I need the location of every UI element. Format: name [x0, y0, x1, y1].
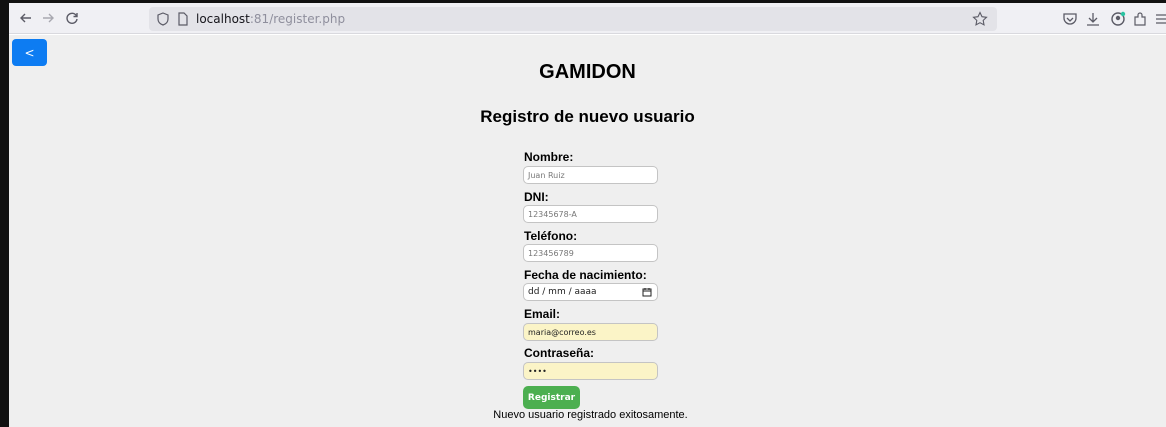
window-frame-left [0, 0, 9, 427]
back-arrow-icon[interactable] [15, 7, 37, 29]
email-input[interactable]: maria@correo.es [523, 323, 658, 341]
download-icon[interactable] [1084, 10, 1102, 28]
url-text[interactable]: localhost:81/register.php [196, 12, 345, 26]
password-input[interactable]: •••• [523, 362, 658, 380]
hamburger-menu-icon[interactable] [1153, 10, 1166, 28]
register-button[interactable]: Registrar [523, 386, 580, 409]
name-label: Nombre: [524, 150, 574, 164]
shield-icon[interactable] [155, 11, 171, 27]
url-bar[interactable]: localhost:81/register.php [149, 7, 997, 31]
page-icon[interactable] [176, 11, 190, 27]
star-icon[interactable] [971, 10, 989, 28]
password-label: Contraseña: [524, 346, 595, 360]
reload-icon[interactable] [61, 7, 83, 29]
birthdate-value: dd / mm / aaaa [528, 287, 597, 297]
pocket-icon[interactable] [1061, 10, 1079, 28]
calendar-icon[interactable] [642, 287, 652, 297]
extensions-icon[interactable] [1131, 10, 1149, 28]
site-title: GAMIDON [539, 61, 636, 83]
name-input[interactable]: Juan Ruiz [523, 166, 658, 184]
form-title: Registro de nuevo usuario [480, 107, 695, 126]
browser-toolbar: localhost:81/register.php [9, 3, 1166, 34]
page-content: < GAMIDON Registro de nuevo usuario Nomb… [9, 35, 1166, 427]
dni-label: DNI: [524, 190, 549, 204]
dni-input[interactable]: 12345678-A [523, 205, 658, 223]
birthdate-label: Fecha de nacimiento: [524, 268, 647, 282]
forward-arrow-icon[interactable] [37, 7, 59, 29]
url-path: :81/register.php [249, 12, 346, 26]
phone-label: Teléfono: [524, 229, 578, 243]
phone-input[interactable]: 123456789 [523, 244, 658, 262]
success-message: Nuevo usuario registrado exitosamente. [493, 409, 688, 421]
account-icon[interactable] [1109, 10, 1127, 28]
email-label: Email: [524, 307, 561, 321]
url-host: localhost [196, 12, 250, 26]
birthdate-input[interactable]: dd / mm / aaaa [523, 283, 658, 301]
